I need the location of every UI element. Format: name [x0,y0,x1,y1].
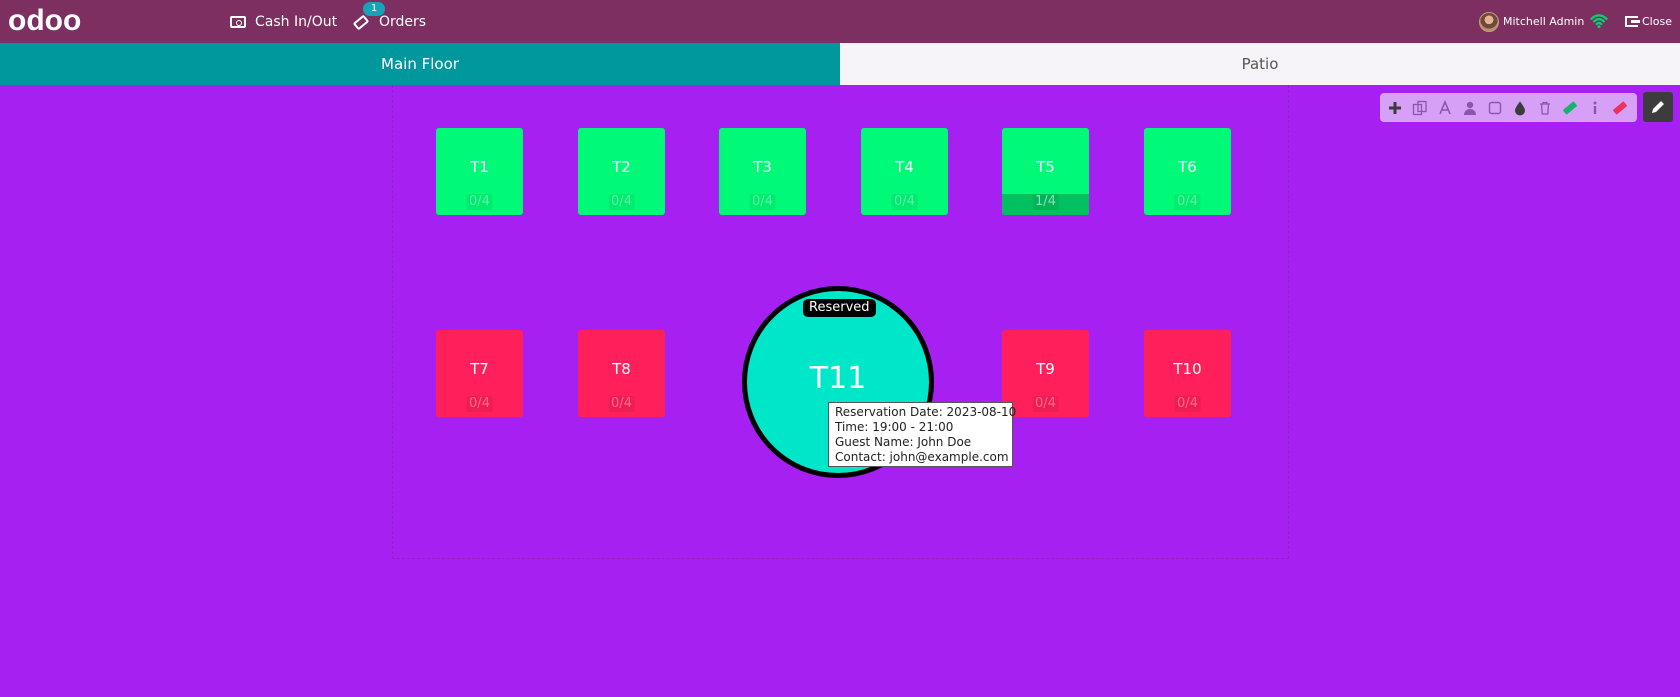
pencil-icon [1652,101,1664,113]
duplicate-table-button[interactable] [1407,95,1432,120]
info-button[interactable] [1582,95,1607,120]
table-t10[interactable]: T10 0/4 [1144,330,1231,417]
table-t8[interactable]: T8 0/4 [578,330,665,417]
table-name: T4 [895,158,914,176]
close-button[interactable]: Close [1625,0,1672,43]
money-icon [230,15,246,28]
table-seats: 0/4 [1174,396,1201,412]
table-seats: 0/4 [749,194,776,210]
table-t5[interactable]: T5 1/4 [1002,128,1089,215]
orders-count-badge: 1 [363,1,385,16]
tab-main-floor[interactable]: Main Floor [0,43,840,85]
sign-out-icon [1625,16,1640,27]
table-name: T10 [1173,360,1202,378]
copy-icon [1412,100,1427,115]
close-label: Close [1642,15,1672,28]
ticket-icon: 1 [352,1,385,30]
table-name: T2 [612,158,631,176]
table-name: T7 [470,360,489,378]
reservation-guest: Guest Name: John Doe [835,435,972,449]
table-name: T8 [612,360,631,378]
plus-icon [1388,101,1401,114]
floor-edit-toolbar [1380,93,1637,122]
floor-tabs: Main Floor Patio [0,43,1680,85]
ticket-green-icon [1562,101,1577,114]
orders-button[interactable]: 1 Orders [352,0,427,43]
color-button[interactable] [1507,95,1532,120]
table-seats: 0/4 [1174,194,1201,210]
table-name: T1 [470,158,489,176]
table-t9[interactable]: T9 0/4 [1002,330,1089,417]
avatar [1479,11,1499,32]
table-t4[interactable]: T4 0/4 [861,128,948,215]
reserved-badge: Reserved [803,299,876,317]
table-t3[interactable]: T3 0/4 [719,128,806,215]
table-seats: 0/4 [1032,396,1059,412]
table-seats: 0/4 [608,194,635,210]
table-name: T6 [1178,158,1197,176]
user-icon [1463,101,1476,115]
table-seats: 0/4 [466,194,493,210]
trash-icon [1539,101,1550,115]
reservation-contact: Contact: john@example.com [835,450,1009,464]
info-icon [1593,101,1596,114]
tint-icon [1514,101,1525,115]
orders-label: Orders [379,13,427,30]
table-name: T9 [1036,360,1055,378]
seats-button[interactable] [1457,95,1482,120]
tab-patio[interactable]: Patio [840,43,1680,85]
table-name: T11 [809,361,867,396]
table-name: T5 [1036,158,1055,176]
user-name: Mitchell Admin [1503,15,1585,28]
wifi-icon [1590,14,1608,29]
reservation-time: Time: 19:00 - 21:00 [835,420,954,434]
cash-in-out-button[interactable]: Cash In/Out [230,0,337,43]
add-table-button[interactable] [1382,95,1407,120]
square-icon [1488,101,1501,114]
edit-mode-toggle[interactable] [1643,92,1673,122]
table-seats: 0/4 [608,396,635,412]
logo-text: odoo [8,4,82,37]
odoo-logo[interactable]: odoo [8,4,82,37]
table-seats: 1/4 [1032,194,1059,210]
reservation-button[interactable] [1557,95,1582,120]
table-t6[interactable]: T6 0/4 [1144,128,1231,215]
reservation-date: Reservation Date: 2023-08-10 [835,405,1017,419]
font-icon [1438,99,1451,114]
shape-button[interactable] [1482,95,1507,120]
table-seats: 0/4 [891,194,918,210]
table-t7[interactable]: T7 0/4 [436,330,523,417]
cancel-reservation-button[interactable] [1607,95,1632,120]
user-menu[interactable]: Mitchell Admin [1479,0,1584,43]
rename-table-button[interactable] [1432,95,1457,120]
table-name: T3 [753,158,772,176]
ticket-red-icon [1612,101,1627,114]
table-t1[interactable]: T1 0/4 [436,128,523,215]
reservation-tooltip: Reservation Date: 2023-08-10 Time: 19:00… [828,402,1017,467]
table-seats: 0/4 [466,396,493,412]
cash-in-out-label: Cash In/Out [255,13,338,30]
top-navbar: odoo Cash In/Out 1 Orders Mitchell Admin… [0,0,1680,43]
table-t2[interactable]: T2 0/4 [578,128,665,215]
delete-table-button[interactable] [1532,95,1557,120]
